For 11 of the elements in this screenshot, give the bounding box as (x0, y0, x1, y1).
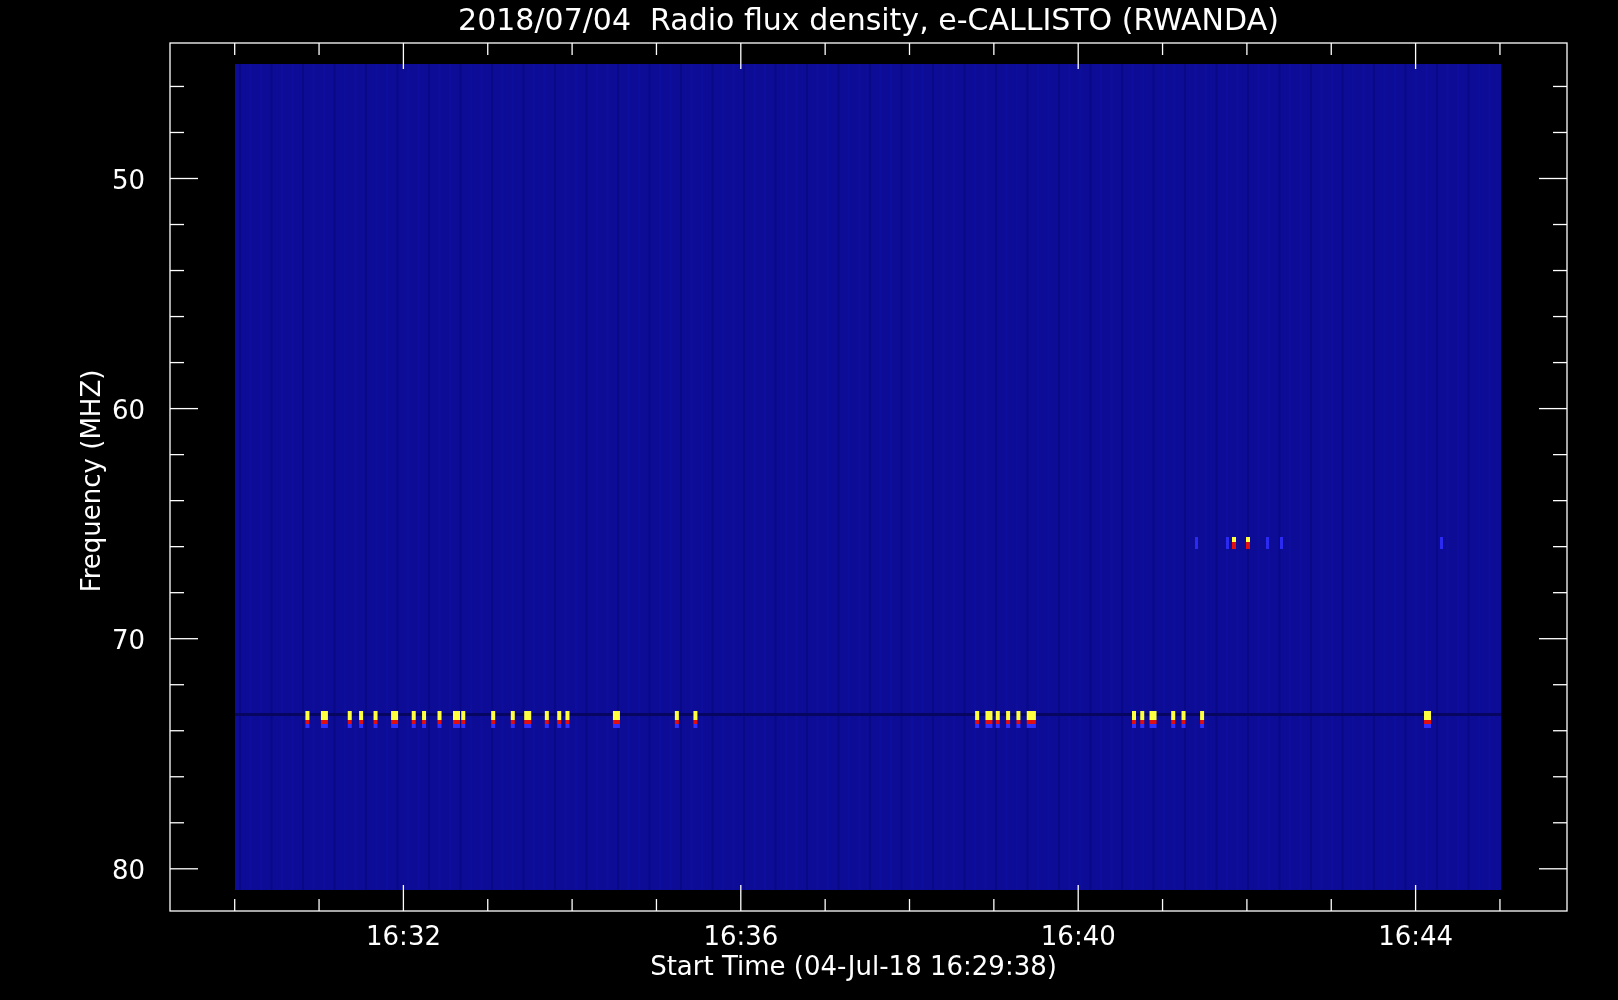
tick-label: 60 (111, 395, 145, 426)
tick-label: 50 (111, 165, 145, 195)
axis-title: Start Time (04-Jul-18 16:29:38) (650, 951, 1057, 981)
tick-label: 16:40 (1040, 921, 1116, 951)
plot-title: 2018/07/04 Radio flux density, e-CALLISTO (RWANDA) (458, 2, 1279, 37)
tick-label: 70 (111, 625, 145, 656)
tick-label: 16:44 (1378, 921, 1454, 951)
tick-label: 80 (111, 855, 145, 886)
tick-label: 16:36 (703, 921, 779, 951)
tick-label: 16:32 (366, 921, 441, 951)
axis-title: Frequency (MHZ) (76, 369, 106, 593)
